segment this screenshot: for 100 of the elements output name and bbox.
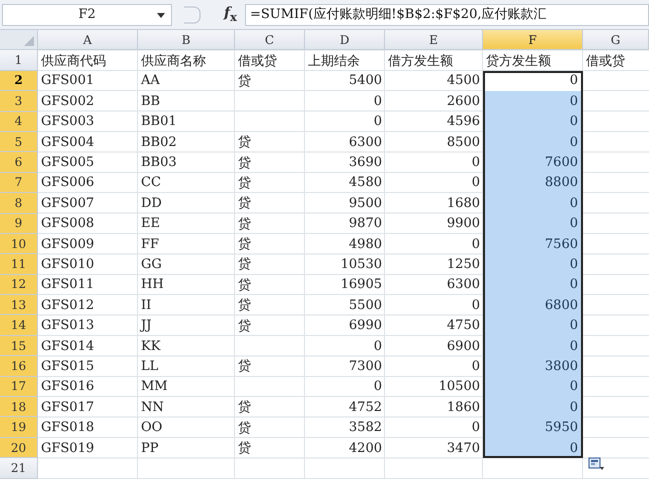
table-cell-text: GFS017 [40,398,96,417]
table-cell: 0 [483,70,583,92]
table-cell-text: 10530 [340,256,383,274]
table-cell-text: 5400 [348,72,383,90]
table-cell-text: 0 [470,154,481,172]
table-cell-text: 贷 [237,256,252,274]
table-cell: 5950 [483,417,583,438]
table-cell-text: 3582 [348,419,383,438]
row-header[interactable]: 19 [0,417,38,438]
table-cell-text: 借方发生额 [387,52,454,71]
table-cell-text: 0 [372,113,383,132]
table-cell-text: 4750 [446,317,481,336]
table-cell-text: II [140,296,152,315]
table-cell: 0 [483,397,583,418]
column-header[interactable]: B [138,30,235,50]
table-cell: 0 [483,193,583,214]
row-header[interactable]: 7 [0,172,38,194]
table-cell-text: GFS016 [40,378,96,396]
table-cell-text: FF [140,236,160,254]
table-cell-text: GFS012 [40,296,96,315]
column-header[interactable]: C [235,30,305,50]
row-header[interactable]: 10 [0,234,38,254]
row-header[interactable]: 15 [0,336,38,356]
table-cell-text: 7300 [348,358,383,376]
table-cell-text: 5500 [348,296,383,315]
table-cell-text: 1680 [446,194,481,213]
table-cell: 0 [483,214,583,234]
table-cell-text: BB02 [140,134,178,152]
column-header[interactable]: F [483,30,583,50]
table-cell-text: 4580 [348,174,383,192]
table-cell: 0 [483,274,583,296]
row-header[interactable]: 3 [0,91,38,112]
row-header[interactable]: 9 [0,214,38,234]
row-header[interactable]: 18 [0,397,38,418]
table-cell-text: 贷 [237,174,252,193]
table-cell-text: 0 [372,338,383,356]
table-cell-text: HH [140,276,165,294]
table-cell: 0 [483,132,583,152]
table-cell-text: GFS002 [40,92,96,111]
paste-options-icon[interactable] [588,457,604,471]
row-header[interactable]: 14 [0,315,38,336]
table-cell-text: 贷方发生额 [485,52,552,71]
table-cell-text: 贷 [237,72,252,91]
table-cell-text: 4752 [348,398,383,417]
row-header[interactable]: 4 [0,112,38,132]
table-cell-text: 1250 [446,256,481,274]
table-cell-text: BB [140,92,162,111]
row-header[interactable]: 13 [0,295,38,316]
table-cell: 7600 [483,152,583,173]
insert-function-button[interactable]: f$_{x}$ [224,4,237,26]
table-cell-text: 4980 [348,236,383,254]
table-cell-text: 贷 [237,236,252,254]
row-header[interactable]: 1 [0,50,38,71]
table-cell-text: GFS018 [40,419,96,438]
table-cell-text: 贷 [237,358,252,376]
formula-field[interactable]: =SUMIF(应付账款明细!$B$2:$F$20,应付账款汇 [244,4,649,26]
table-cell-text: GFS013 [40,317,96,336]
name-box[interactable]: F2 [2,4,172,26]
table-cell-text: GFS009 [40,236,96,254]
table-cell-text: DD [140,194,163,213]
table-cell-text: 贷 [237,420,252,438]
table-cell-text: 上期结余 [307,52,361,71]
table-cell-text: GFS004 [40,134,96,152]
table-cell-text: 9500 [348,194,383,213]
column-header[interactable]: A [38,30,138,50]
table-cell-text: 3690 [348,154,383,172]
column-header[interactable]: D [305,30,385,50]
table-cell: 0 [483,112,583,132]
column-header[interactable]: G [583,30,649,50]
table-cell-text: GG [140,256,163,274]
column-header[interactable]: E [385,30,483,50]
table-cell-text: 6300 [446,276,481,294]
table-cell-text: NN [140,398,165,417]
row-header[interactable]: 21 [0,458,38,479]
table-cell-text: 贷 [237,134,252,152]
table-cell-text: 4500 [446,72,481,90]
row-header[interactable]: 6 [0,152,38,173]
table-cell-text: 4596 [446,113,481,132]
row-header[interactable]: 2 [0,70,38,92]
row-header[interactable]: 17 [0,376,38,398]
table-cell-text: 10500 [438,378,481,396]
row-header[interactable]: 11 [0,254,38,275]
table-cell: 6800 [483,295,583,316]
table-cell-text: KK [140,338,162,356]
table-cell-text: JJ [138,317,152,336]
table-cell-text: 供应商名称 [140,52,207,71]
table-cell-text: 借或贷 [237,52,278,71]
row-header[interactable]: 16 [0,356,38,377]
table-cell-text: 0 [470,358,481,376]
row-header[interactable]: 5 [0,132,38,152]
table-cell-text: 3470 [446,440,481,458]
caret-icon[interactable] [157,12,165,18]
row-header[interactable]: 20 [0,438,38,458]
row-header[interactable]: 8 [0,193,38,214]
row-header[interactable]: 12 [0,274,38,296]
table-cell-text: 1860 [446,398,481,417]
table-cell-text: 0 [470,174,481,192]
table-cell-text: 9870 [348,215,383,234]
table-cell: 0 [483,336,583,356]
table-cell-text: GFS010 [40,256,96,274]
